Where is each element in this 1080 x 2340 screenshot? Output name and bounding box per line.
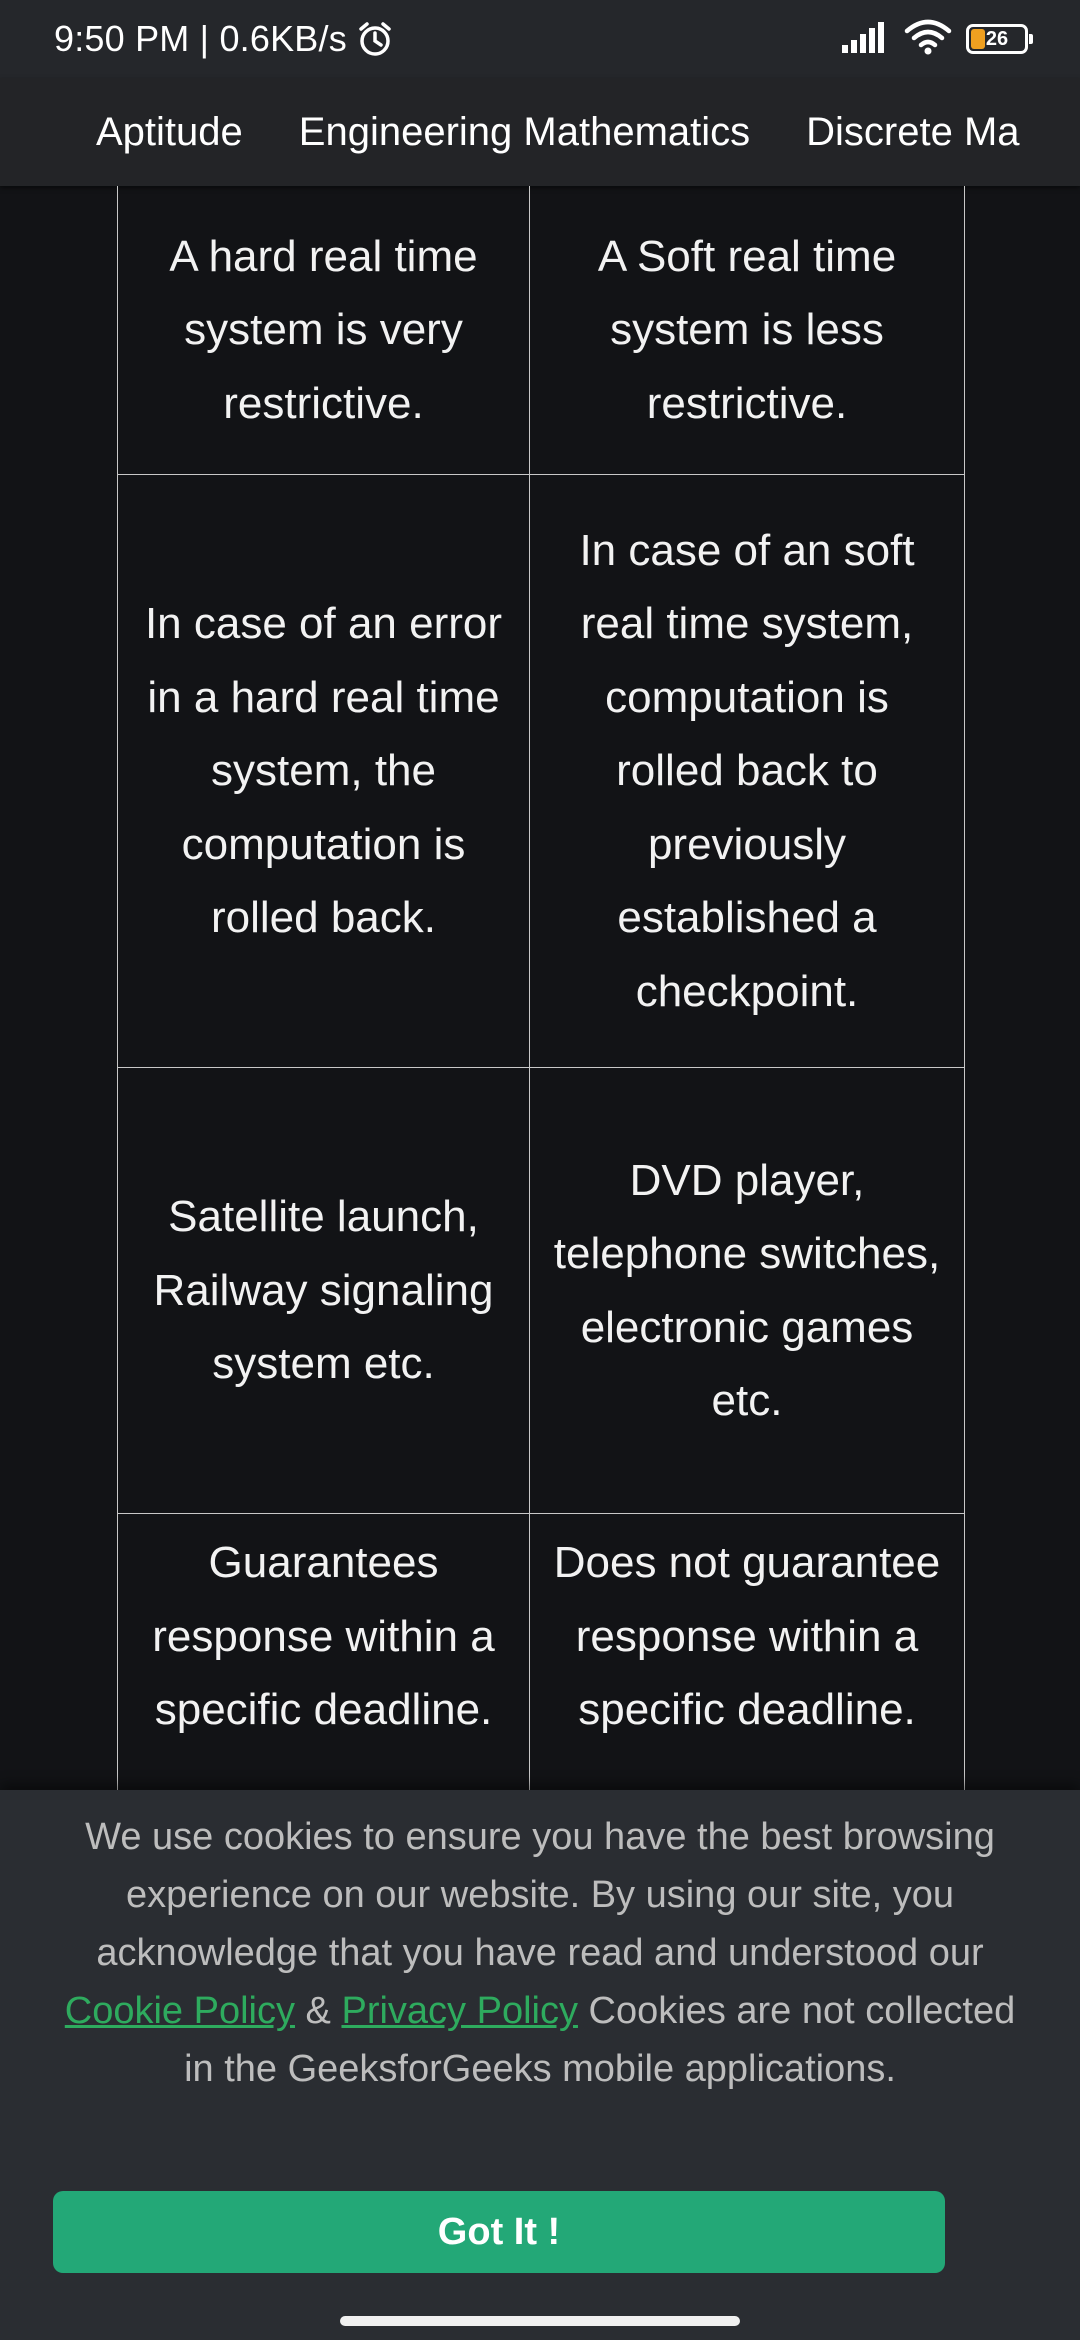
table-cell-soft: DVD player, telephone switches, electron… <box>529 1067 965 1514</box>
table-cell-soft: A Soft real time system is less restrict… <box>529 186 965 475</box>
nav-item-aptitude[interactable]: Aptitude <box>96 110 243 155</box>
article-content[interactable]: A hard real time system is very restrict… <box>0 186 1080 1790</box>
nav-item-discrete-mathematics[interactable]: Discrete Ma <box>806 110 1019 155</box>
cookie-banner-text: We use cookies to ensure you have the be… <box>60 1808 1020 2098</box>
comparison-table: A hard real time system is very restrict… <box>117 186 965 1790</box>
nav-fade-edge <box>1024 78 1080 186</box>
status-network-speed: 0.6KB/s <box>219 18 347 59</box>
category-nav-items: Aptitude Engineering Mathematics Discret… <box>0 110 1020 155</box>
status-separator: | <box>189 18 220 59</box>
battery-icon: 26 <box>966 24 1033 54</box>
cookie-policy-link[interactable]: Cookie Policy <box>65 1990 295 2032</box>
status-left: 9:50 PM | 0.6KB/s <box>54 18 395 60</box>
alarm-icon <box>355 19 395 59</box>
cookie-text-intro: We use cookies to ensure you have the be… <box>85 1816 995 1974</box>
table-cell-hard: In case of an error in a hard real time … <box>117 474 530 1068</box>
table-row: In case of an error in a hard real time … <box>117 474 965 1068</box>
wifi-icon <box>904 19 952 60</box>
signal-icon <box>840 21 890 58</box>
status-right: 26 <box>840 19 1033 60</box>
battery-level: 26 <box>985 27 1009 50</box>
table-cell-hard: Satellite launch, Railway signaling syst… <box>117 1067 530 1514</box>
gesture-bar <box>0 2300 1080 2340</box>
status-bar: 9:50 PM | 0.6KB/s 26 <box>0 0 1080 78</box>
table-cell-hard: Guarantees response within a specific de… <box>117 1513 530 1790</box>
table-row: Guarantees response within a specific de… <box>117 1513 965 1790</box>
table-cell-hard: A hard real time system is very restrict… <box>117 186 530 475</box>
home-gesture-handle[interactable] <box>340 2316 740 2326</box>
category-nav: Aptitude Engineering Mathematics Discret… <box>0 78 1080 186</box>
table-row: A hard real time system is very restrict… <box>117 186 965 475</box>
got-it-button[interactable]: Got It ! <box>53 2191 945 2273</box>
privacy-policy-link[interactable]: Privacy Policy <box>341 1990 578 2032</box>
cookie-text-ampersand: & <box>295 1990 342 2032</box>
battery-fill <box>971 29 985 49</box>
status-time: 9:50 PM <box>54 18 190 59</box>
cookie-banner: We use cookies to ensure you have the be… <box>0 1790 1080 2300</box>
table-cell-soft: Does not guarantee response within a spe… <box>529 1513 965 1790</box>
nav-item-engineering-mathematics[interactable]: Engineering Mathematics <box>299 110 750 155</box>
table-cell-soft: In case of an soft real time system, com… <box>529 474 965 1068</box>
table-row: Satellite launch, Railway signaling syst… <box>117 1067 965 1514</box>
